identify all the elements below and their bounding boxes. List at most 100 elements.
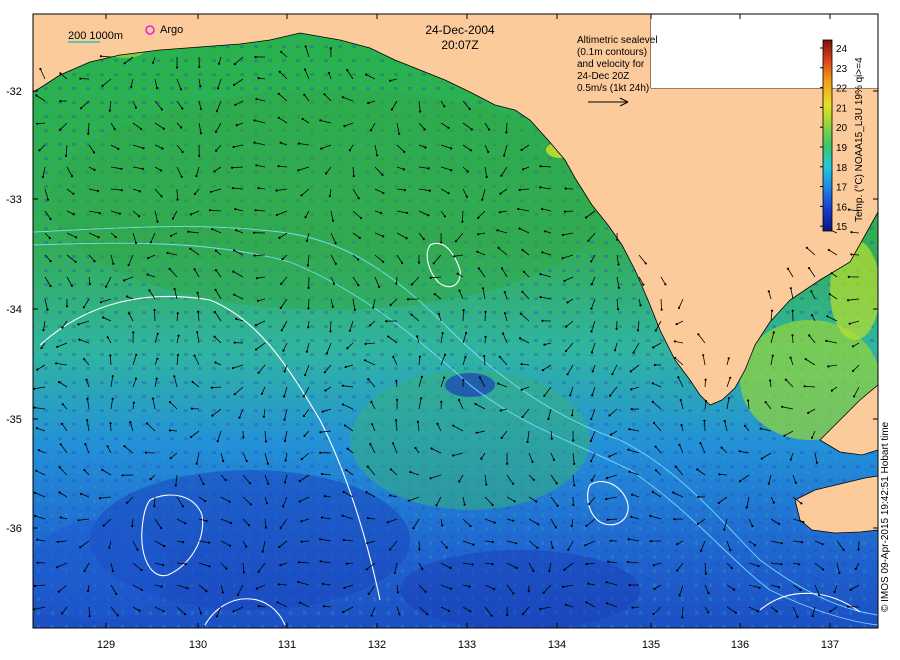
velocity-arrow-head — [195, 174, 198, 178]
velocity-arrow-head — [427, 214, 430, 217]
velocity-arrow-head — [564, 350, 568, 353]
velocity-arrow-head — [232, 145, 235, 149]
velocity-arrow-head — [851, 345, 855, 348]
velocity-arrow-head — [238, 416, 241, 419]
velocity-arrow-head — [616, 308, 620, 311]
velocity-arrow-head — [826, 315, 829, 318]
velocity-arrow-head — [450, 169, 453, 172]
velocity-arrow-head — [393, 571, 396, 574]
velocity-arrow-head — [180, 175, 183, 178]
velocity-arrow-head — [617, 263, 620, 266]
velocity-arrow-head — [140, 588, 143, 591]
velocity-arrow-head — [747, 399, 750, 402]
velocity-arrow-head — [590, 307, 593, 310]
velocity-arrow-head — [364, 342, 367, 345]
velocity-arrow-head — [357, 197, 360, 200]
velocity-arrow-head — [111, 569, 114, 573]
velocity-arrow-head — [474, 402, 477, 406]
velocity-arrow-head — [458, 289, 461, 292]
velocity-arrow-head — [743, 424, 747, 427]
velocity-arrow-head — [653, 587, 656, 591]
velocity-arrow-head — [65, 305, 68, 308]
velocity-arrow-head — [283, 370, 286, 373]
velocity-arrow-head — [566, 373, 569, 376]
velocity-arrow-head — [139, 127, 143, 130]
velocity-arrow-head — [830, 389, 834, 392]
colorbar-title: Temp. (°C) NOAA15_L3U 19% qi>=4 — [854, 57, 865, 222]
velocity-arrow-head — [231, 367, 235, 370]
velocity-arrow-head — [155, 86, 159, 90]
velocity-arrow-head — [440, 400, 443, 403]
velocity-arrow-head — [477, 233, 480, 236]
velocity-arrow-head — [539, 165, 542, 168]
velocity-arrow-head — [348, 149, 351, 152]
velocity-arrow-head — [235, 317, 238, 320]
velocity-arrow-head — [551, 546, 554, 549]
velocity-arrow-head — [584, 544, 587, 547]
velocity-arrow-head — [86, 419, 89, 422]
velocity-arrow-head — [627, 560, 630, 564]
velocity-arrow-head — [518, 227, 521, 230]
velocity-arrow-head — [450, 587, 453, 590]
velocity-arrow-head — [217, 62, 221, 65]
velocity-arrow-head — [554, 526, 558, 529]
velocity-arrow-head — [331, 219, 335, 222]
legend-line-3: and velocity for — [577, 59, 645, 70]
velocity-arrow-head — [210, 190, 213, 193]
velocity-arrow-head — [264, 526, 268, 529]
lon-tick-label: 134 — [548, 639, 566, 651]
velocity-arrow-head — [341, 384, 344, 387]
lon-tick-label: 137 — [821, 639, 839, 651]
velocity-arrow-head — [526, 440, 529, 443]
velocity-arrow-head — [37, 449, 41, 452]
velocity-arrow-head — [183, 613, 187, 616]
velocity-arrow-head — [838, 571, 841, 574]
velocity-arrow — [330, 320, 332, 332]
velocity-arrow-head — [401, 261, 404, 265]
velocity-arrow — [254, 254, 266, 256]
velocity-arrow-head — [465, 195, 468, 198]
velocity-arrow-head — [738, 450, 741, 453]
velocity-arrow-head — [628, 470, 631, 473]
velocity-arrow-head — [230, 522, 233, 525]
velocity-arrow-head — [120, 167, 123, 170]
velocity-arrow-head — [233, 393, 236, 396]
velocity-arrow-head — [503, 291, 506, 294]
velocity-arrow-head — [343, 125, 346, 128]
velocity-arrow-head — [395, 379, 398, 382]
velocity-arrow-head — [652, 564, 655, 567]
velocity-arrow-head — [480, 457, 483, 460]
velocity-arrow-head — [589, 439, 593, 443]
velocity-arrow-head — [653, 363, 657, 367]
velocity-arrow-head — [563, 568, 566, 571]
velocity-arrow-head — [485, 483, 488, 486]
velocity-arrow-head — [221, 591, 224, 594]
velocity-arrow-head — [332, 282, 336, 285]
velocity-arrow-head — [515, 542, 518, 545]
colorbar-tick-label: 21 — [836, 103, 848, 114]
velocity-arrow-head — [36, 122, 39, 125]
velocity-arrow-head — [443, 105, 446, 108]
velocity-arrow-head — [33, 387, 36, 390]
velocity-arrow-head — [541, 207, 544, 211]
velocity-arrow-head — [753, 544, 757, 547]
velocity-arrow-head — [802, 520, 805, 524]
velocity-arrow-head — [108, 109, 111, 112]
velocity-arrow-head — [83, 468, 86, 472]
velocity-arrow-head — [394, 419, 398, 422]
velocity-arrow-head — [126, 295, 129, 298]
velocity-arrow-head — [759, 427, 762, 430]
velocity-arrow-head — [674, 465, 678, 468]
velocity-arrow-head — [497, 382, 500, 385]
velocity-arrow-head — [34, 514, 37, 518]
velocity-arrow-head — [257, 570, 260, 573]
velocity-arrow-head — [232, 610, 235, 613]
velocity-arrow-head — [264, 440, 268, 443]
velocity-arrow-head — [193, 268, 196, 271]
velocity-arrow-head — [162, 564, 165, 567]
velocity-arrow-head — [112, 262, 115, 265]
velocity-arrow-head — [430, 447, 433, 450]
map-date: 24-Dec-2004 — [425, 23, 495, 37]
velocity-arrow-head — [417, 261, 421, 264]
velocity-arrow-head — [681, 616, 684, 619]
